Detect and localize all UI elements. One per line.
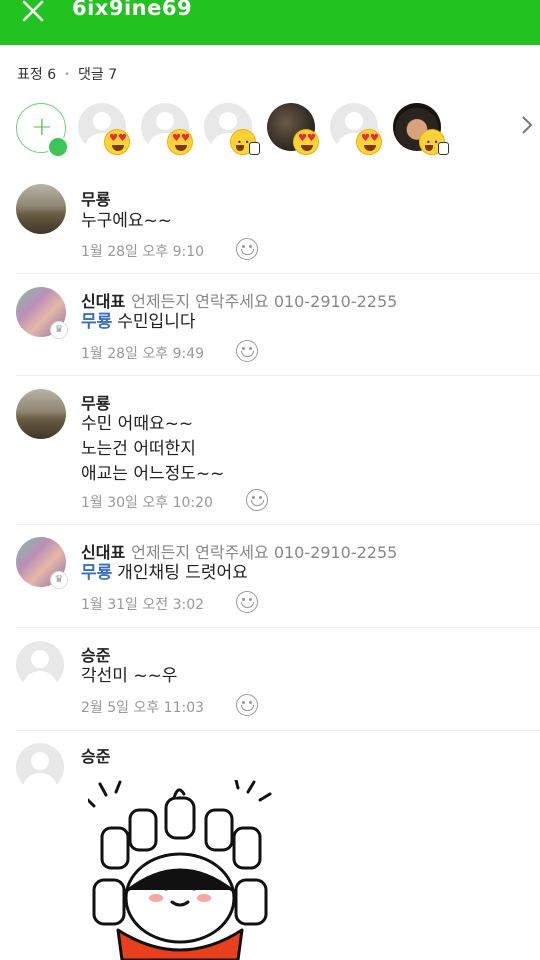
comment-time: 1월 28일 오후 9:10 (81, 244, 205, 260)
comment-author[interactable]: 승준 (81, 743, 110, 767)
comment-text: 각선미 ~~우 (81, 666, 178, 686)
thumbs-up-sticker[interactable] (88, 780, 272, 960)
comment-text: 무룡 개인채팅 드렷어요 (81, 563, 248, 583)
reactor-item[interactable]: •• (204, 103, 260, 155)
crown-icon: ♛ (50, 321, 68, 339)
reactor-item[interactable] (267, 103, 319, 155)
reactor-list: + •• •• (0, 100, 540, 160)
comment-item: 무룡 수민 어때요~~ 노는건 어떠한지 애교는 어느정도~~ 1월 30일 오… (0, 376, 540, 525)
reactor-item[interactable] (141, 103, 193, 155)
count-separator: • (64, 68, 71, 80)
comment-author[interactable]: 승준 (81, 642, 110, 666)
avatar[interactable] (16, 389, 66, 439)
comment-item: ♛ 신대표 언제든지 연락주세요 010-2910-2255 무룡 개인채팅 드렷어… (0, 525, 540, 628)
comment-time: 1월 28일 오후 9:49 (81, 346, 205, 362)
comment-time: 2월 5일 오후 11:03 (81, 700, 205, 716)
top-bar: 6ix9ine69 (0, 0, 540, 45)
thumbs-up-emoji: •• (230, 129, 260, 155)
crown-icon: ♛ (50, 571, 68, 589)
mention-link[interactable]: 무룡 (81, 563, 112, 583)
comment-time: 1월 30일 오후 10:20 (81, 495, 213, 511)
comment-author[interactable]: 무룡 (81, 186, 110, 210)
avatar[interactable] (16, 641, 64, 689)
react-smile-icon[interactable] (236, 340, 258, 362)
comment-author[interactable]: 무룡 (81, 390, 110, 414)
comment-item: 승준 각선미 ~~우 2월 5일 오후 11:03 (0, 628, 540, 731)
plus-icon: + (31, 112, 53, 142)
page-title: 6ix9ine69 (72, 0, 193, 20)
reaction-count[interactable]: 표정 6 (17, 64, 56, 84)
avatar[interactable] (16, 743, 64, 791)
close-icon[interactable] (20, 0, 48, 26)
heart-eyes-emoji (167, 129, 193, 155)
comment-author[interactable]: 신대표 언제든지 연락주세요 010-2910-2255 (81, 539, 397, 563)
comment-item: 무룡 누구에요~~ 1월 28일 오후 9:10 (0, 172, 540, 274)
react-smile-icon[interactable] (236, 591, 258, 613)
react-smile-icon[interactable] (236, 238, 258, 260)
comment-item: ♛ 신대표 언제든지 연락주세요 010-2910-2255 무룡 수민입니다 1월… (0, 274, 540, 376)
heart-eyes-emoji (104, 129, 130, 155)
thumbs-up-emoji: •• (419, 129, 449, 155)
comment-time: 1월 31일 오전 3:02 (81, 597, 205, 613)
author-status: 언제든지 연락주세요 010-2910-2255 (131, 543, 398, 562)
comment-count[interactable]: 댓글 7 (78, 64, 117, 84)
react-smile-icon[interactable] (246, 489, 268, 511)
comment-text: 무룡 수민입니다 (81, 312, 196, 332)
comment-text: 수민 어때요~~ 노는건 어떠한지 애교는 어느정도~~ (81, 414, 225, 484)
avatar[interactable] (16, 184, 66, 234)
reactor-item[interactable]: •• (393, 103, 449, 155)
mention-link[interactable]: 무룡 (81, 312, 112, 332)
chevron-right-icon[interactable] (520, 115, 534, 135)
add-reaction-button[interactable]: + (16, 103, 69, 158)
smile-icon (47, 136, 69, 158)
author-status: 언제든지 연락주세요 010-2910-2255 (131, 292, 398, 311)
react-smile-icon[interactable] (236, 694, 258, 716)
reactor-item[interactable] (78, 103, 130, 155)
comment-author[interactable]: 신대표 언제든지 연락주세요 010-2910-2255 (81, 288, 397, 312)
reaction-comment-counts: 표정 6 • 댓글 7 (17, 64, 117, 84)
heart-eyes-emoji (356, 129, 382, 155)
reactor-item[interactable] (330, 103, 382, 155)
comment-text: 누구에요~~ (81, 211, 173, 231)
heart-eyes-emoji (293, 129, 319, 155)
